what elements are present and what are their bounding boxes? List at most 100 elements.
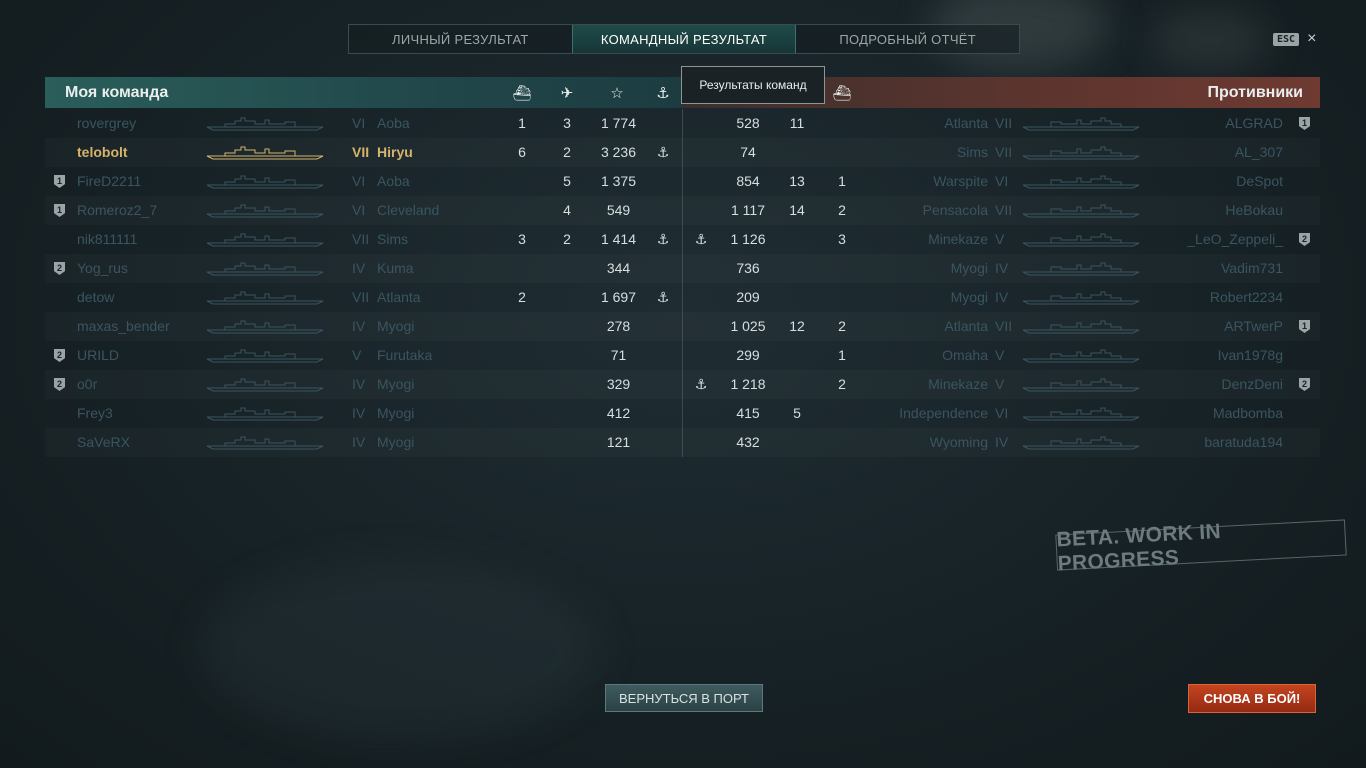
- experience-value: 74: [740, 144, 756, 160]
- table-row[interactable]: 1 Romeroz2_7 VI Cleveland 4 549 1 117 14 2 Pensac…: [45, 196, 1320, 225]
- table-row[interactable]: nik811111 VII Sims 3 2 1 414 ⚓ ⚓ 1 126 3 Minekaze V…: [45, 225, 1320, 254]
- player-name: _LeO_Zeppeli_: [1187, 231, 1283, 247]
- planes-destroyed-value: [777, 225, 817, 254]
- table-row[interactable]: 2 Yog_rus IV Kuma 344 736 Myogi IV Vadim731: [45, 254, 1320, 283]
- ship-silhouette-icon: [205, 289, 325, 305]
- esc-key-label: ESC: [1273, 32, 1300, 46]
- ship-tier: VII: [995, 144, 1013, 160]
- table-row[interactable]: 1 FireD2211 VI Aoba 5 1 375 854 13 1 Warspite VI De…: [45, 167, 1320, 196]
- ships-destroyed-value: 2: [838, 202, 846, 218]
- division-badge: 2: [54, 349, 65, 362]
- experience-value: 278: [606, 318, 631, 334]
- player-name: nik811111: [77, 231, 138, 247]
- ship-silhouette-icon: [205, 173, 325, 189]
- ship-silhouette-icon: [205, 434, 325, 450]
- ship-silhouette-icon: [205, 347, 325, 363]
- ship-tier: V: [995, 347, 1005, 363]
- close-control[interactable]: ESC ×: [1273, 30, 1316, 48]
- beta-watermark: BETA. WORK IN PROGRESS: [1055, 519, 1347, 576]
- ship-tier: VII: [995, 115, 1013, 131]
- tab-detailed-report[interactable]: ПОДРОБНЫЙ ОТЧЁТ: [796, 25, 1019, 53]
- experience-value: 736: [736, 260, 760, 276]
- ships-destroyed-icon: ⛴: [832, 84, 852, 102]
- close-icon[interactable]: ×: [1307, 30, 1316, 48]
- ship-tier: V: [352, 347, 362, 363]
- fog-decor: [200, 560, 600, 740]
- ships-destroyed-value: [502, 312, 542, 341]
- division-badge: 2: [1299, 233, 1310, 246]
- anchor-value: [643, 428, 683, 457]
- ship-silhouette-icon: [1021, 144, 1141, 160]
- ship-tier: VI: [352, 202, 366, 218]
- experience-value: 344: [606, 260, 631, 276]
- ship-name: Minekaze: [928, 231, 988, 247]
- ships-destroyed-value: [502, 428, 542, 457]
- anchor-value: [681, 254, 721, 283]
- ship-name: Atlanta: [377, 289, 421, 305]
- table-row[interactable]: 2 URILD V Furutaka 71 299 1 Omaha V Ivan1978g: [45, 341, 1320, 370]
- ships-destroyed-value: [502, 341, 542, 370]
- tab-team-result[interactable]: КОМАНДНЫЙ РЕЗУЛЬТАТ: [571, 25, 797, 53]
- planes-destroyed-value: [547, 370, 587, 399]
- my-team-title: Моя команда: [65, 83, 169, 101]
- ship-name: Sims: [956, 144, 988, 160]
- planes-destroyed-value: [547, 341, 587, 370]
- planes-destroyed-value: [547, 283, 587, 312]
- experience-value: 3 236: [600, 144, 637, 160]
- player-name: URILD: [77, 347, 120, 363]
- tab-personal-result[interactable]: ЛИЧНЫЙ РЕЗУЛЬТАТ: [349, 25, 572, 53]
- ship-name: Omaha: [942, 347, 988, 363]
- table-row[interactable]: rovergrey VI Aoba 1 3 1 774 528 11 Atlanta VII ALG…: [45, 109, 1320, 138]
- experience-value: 71: [610, 347, 627, 363]
- table-row[interactable]: SaVeRX IV Myogi 121 432 Wyoming IV baratuda194: [45, 428, 1320, 457]
- player-name: Ivan1978g: [1217, 347, 1283, 363]
- experience-value: 121: [606, 434, 631, 450]
- table-row[interactable]: telobolt VII Hiryu 6 2 3 236 ⚓ 74 Sims VII AL_307: [45, 138, 1320, 167]
- experience-value: 854: [736, 173, 760, 189]
- ship-silhouette-icon: [1021, 347, 1141, 363]
- player-name: maxas_bender: [77, 318, 170, 334]
- planes-destroyed-value: [777, 254, 817, 283]
- player-name: Frey3: [77, 405, 113, 421]
- ship-silhouette-icon: [1021, 260, 1141, 276]
- player-name: o0r: [77, 376, 98, 392]
- planes-destroyed-value: 12: [789, 318, 805, 334]
- player-name: SaVeRX: [77, 434, 130, 450]
- table-row[interactable]: detow VII Atlanta 2 1 697 ⚓ 209 Myogi IV Robert22…: [45, 283, 1320, 312]
- ship-silhouette-icon: [205, 260, 325, 276]
- experience-value: 528: [736, 115, 760, 131]
- battle-again-button[interactable]: СНОВА В БОЙ!: [1188, 684, 1316, 713]
- anchor-value: [681, 428, 721, 457]
- ships-destroyed-value: 1: [518, 115, 526, 131]
- ships-destroyed-value: [502, 167, 542, 196]
- anchor-value: [681, 283, 721, 312]
- table-row[interactable]: maxas_bender IV Myogi 278 1 025 12 2 Atlanta VII…: [45, 312, 1320, 341]
- ship-tier: IV: [995, 434, 1009, 450]
- ship-name: Pensacola: [922, 202, 988, 218]
- planes-destroyed-value: 2: [563, 231, 571, 247]
- return-to-port-button[interactable]: ВЕРНУТЬСЯ В ПОРТ: [605, 684, 763, 712]
- anchor-value: ⚓: [694, 231, 708, 247]
- ship-name: Kuma: [377, 260, 414, 276]
- ship-tier: VII: [352, 231, 370, 247]
- ships-destroyed-value: 3: [518, 231, 526, 247]
- experience-value: 1 025: [730, 318, 766, 334]
- anchor-value: ⚓: [694, 376, 708, 392]
- planes-destroyed-value: [777, 283, 817, 312]
- experience-value: 209: [736, 289, 760, 305]
- ships-destroyed-icon: ⛴: [512, 84, 532, 102]
- ship-name: Furutaka: [377, 347, 433, 363]
- planes-destroyed-value: [547, 254, 587, 283]
- table-row[interactable]: Frey3 IV Myogi 412 415 5 Independence VI Madbomb…: [45, 399, 1320, 428]
- division-badge: 2: [54, 262, 65, 275]
- ships-destroyed-value: 2: [838, 318, 846, 334]
- ship-silhouette-icon: [1021, 231, 1141, 247]
- anchor-value: [681, 109, 721, 138]
- ships-destroyed-value: 1: [838, 347, 846, 363]
- table-row[interactable]: 2 o0r IV Myogi 329 ⚓ 1 218 2 Minekaze V DenzDeni 2: [45, 370, 1320, 399]
- ship-name: Wyoming: [929, 434, 988, 450]
- ship-name: Myogi: [377, 405, 415, 421]
- anchor-value: [681, 399, 721, 428]
- ship-name: Cleveland: [377, 202, 440, 218]
- ship-tier: VI: [352, 173, 366, 189]
